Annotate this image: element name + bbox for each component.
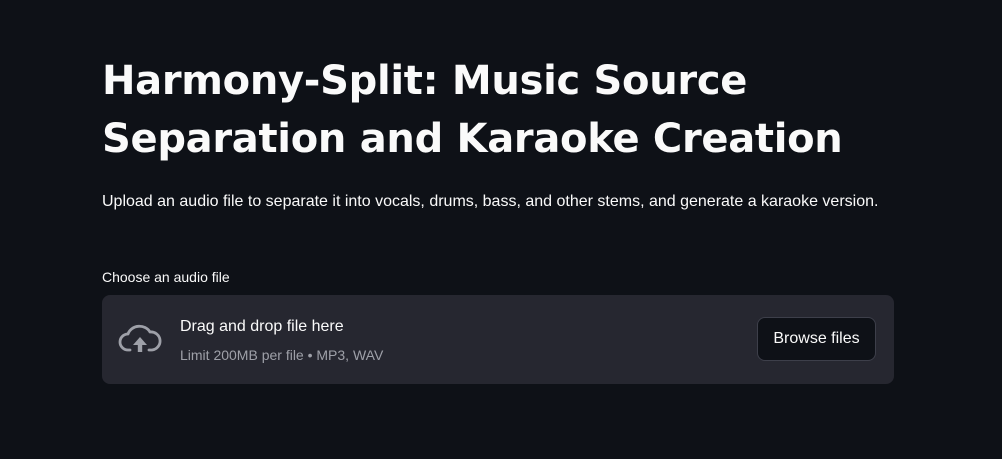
browse-files-button[interactable]: Browse files bbox=[757, 317, 876, 361]
dropzone-instruction: Drag and drop file here bbox=[180, 318, 344, 335]
dropzone-text: Drag and drop file here Limit 200MB per … bbox=[180, 317, 383, 364]
page-title: Harmony-Split: Music Source Separation a… bbox=[102, 58, 843, 162]
page-description: Upload an audio file to separate it into… bbox=[102, 193, 879, 210]
dropzone-limit-text: Limit 200MB per file • MP3, WAV bbox=[180, 347, 384, 363]
cloud-upload-icon bbox=[118, 321, 162, 357]
file-uploader-label: Choose an audio file bbox=[102, 269, 230, 285]
file-dropzone[interactable]: Drag and drop file here Limit 200MB per … bbox=[102, 295, 894, 384]
